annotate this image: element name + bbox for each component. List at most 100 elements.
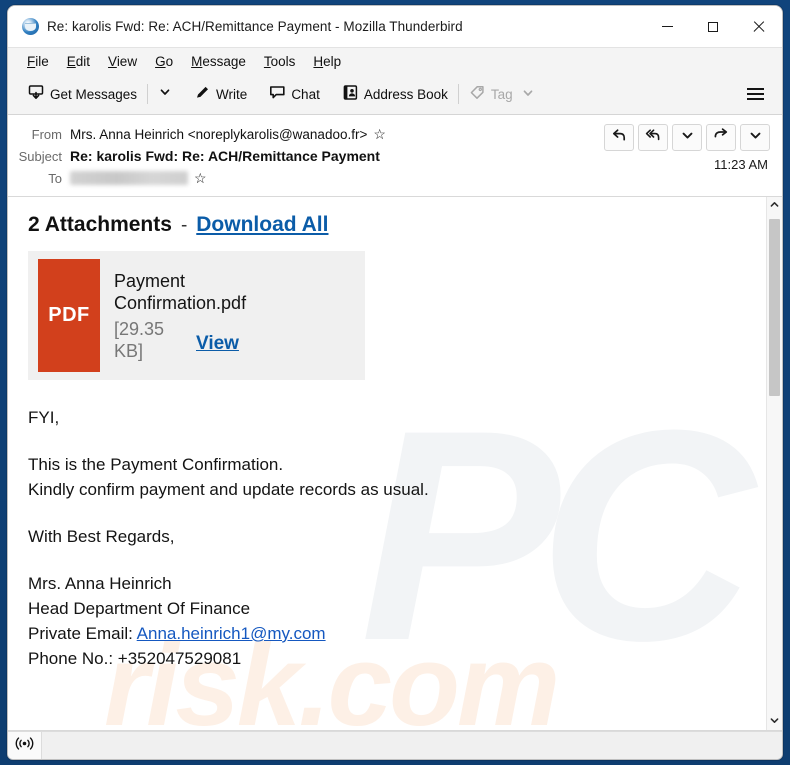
online-status-icon [15, 736, 34, 756]
attachment-footer: [29.35 KB] View [114, 319, 355, 362]
chevron-up-icon [769, 197, 780, 215]
write-label: Write [216, 86, 248, 102]
star-icon-to[interactable]: ☆ [194, 171, 207, 185]
pencil-icon [194, 84, 211, 104]
attachment-count-label: 2 Attachments [28, 213, 172, 236]
attachment-item[interactable]: PDF Payment Confirmation.pdf [29.35 KB] … [28, 251, 365, 380]
main-toolbar: Get Messages Write Chat Address Book Tag [8, 74, 782, 115]
get-messages-button[interactable]: Get Messages [22, 80, 143, 108]
tag-icon [469, 84, 486, 104]
attachments-separator: - [180, 215, 188, 236]
menu-label-help: elp [323, 53, 342, 69]
close-icon [753, 21, 765, 33]
hamburger-menu-icon [746, 88, 764, 90]
email-signature: Mrs. Anna Heinrich Head Department Of Fi… [28, 572, 746, 672]
menu-item-edit[interactable]: Edit [58, 52, 99, 71]
chevron-down-icon [681, 129, 694, 147]
chat-label: Chat [291, 86, 320, 102]
speech-bubble-icon [269, 84, 286, 104]
desktop-background: Re: karolis Fwd: Re: ACH/Remittance Paym… [0, 0, 790, 765]
signature-name: Mrs. Anna Heinrich [28, 573, 172, 593]
scrollbar-thumb[interactable] [769, 219, 780, 396]
window-titlebar: Re: karolis Fwd: Re: ACH/Remittance Paym… [8, 6, 782, 47]
pdf-file-icon: PDF [38, 259, 100, 372]
menu-item-go[interactable]: Go [146, 52, 182, 71]
menu-item-view[interactable]: View [99, 52, 146, 71]
get-messages-dropdown-button[interactable] [152, 81, 178, 107]
message-action-buttons [604, 124, 770, 151]
to-label: To [48, 170, 62, 186]
menu-item-file[interactable]: File [18, 52, 58, 71]
maximize-icon [708, 21, 718, 32]
subject-value: Re: karolis Fwd: Re: ACH/Remittance Paym… [70, 148, 380, 164]
hamburger-menu-icon-bar3 [746, 98, 764, 100]
thunderbird-logo-icon [22, 18, 39, 35]
reply-all-button[interactable] [638, 124, 668, 151]
write-button[interactable]: Write [188, 80, 253, 108]
chevron-down-icon-2 [749, 129, 762, 147]
to-value-redacted [70, 171, 188, 185]
toolbar-separator [147, 84, 149, 104]
email-paragraph-1: This is the Payment Confirmation. Kindly… [28, 453, 746, 503]
to-value-wrap: ☆ [70, 171, 207, 185]
get-messages-label: Get Messages [50, 86, 138, 102]
menu-item-tools[interactable]: Tools [255, 52, 305, 71]
attachment-view-link[interactable]: View [196, 333, 239, 355]
menu-label-view: iew [116, 53, 138, 69]
scrollbar-up-button[interactable] [767, 197, 782, 214]
pdf-badge-label: PDF [48, 304, 90, 326]
signature-title: Head Department Of Finance [28, 598, 251, 618]
signature-phone: Phone No.: +352047529081 [28, 648, 242, 668]
minimize-button[interactable] [644, 6, 690, 47]
chat-button[interactable]: Chat [263, 80, 326, 108]
menu-label-tools: ools [270, 53, 296, 69]
attachments-header: 2 Attachments - Download All [28, 213, 746, 237]
email-text: FYI, This is the Payment Confirmation. K… [28, 406, 746, 672]
attachment-filename: Payment Confirmation.pdf [114, 271, 247, 313]
statusbar [8, 731, 782, 759]
menubar: File Edit View Go Message Tools Help [8, 47, 782, 74]
menu-label-file: ile [35, 53, 49, 69]
menu-item-message[interactable]: Message [182, 52, 255, 71]
app-menu-button[interactable] [740, 81, 770, 107]
attachment-size: [29.35 KB] [114, 318, 165, 361]
forward-icon [713, 127, 729, 148]
menu-item-help[interactable]: Help [304, 52, 350, 71]
hamburger-menu-icon-bar2 [746, 93, 764, 95]
maximize-button[interactable] [690, 6, 736, 47]
from-value[interactable]: Mrs. Anna Heinrich <noreplykarolis@wanad… [70, 127, 367, 142]
address-book-label: Address Book [363, 86, 448, 102]
email-greeting: FYI, [28, 408, 60, 427]
tag-label: Tag [490, 86, 513, 102]
from-label: From [31, 126, 62, 142]
window-controls [644, 6, 782, 47]
tag-button[interactable]: Tag [463, 80, 540, 108]
email-line-2: Kindly confirm payment and update record… [28, 479, 429, 499]
scrollbar-down-button[interactable] [767, 713, 782, 730]
address-book-button[interactable]: Address Book [336, 80, 454, 108]
attachment-details: Payment Confirmation.pdf [29.35 KB] View [114, 259, 355, 362]
body-scrollbar[interactable] [766, 197, 782, 730]
more-actions-button[interactable] [740, 124, 770, 151]
star-icon[interactable]: ☆ [373, 127, 386, 141]
reply-button[interactable] [604, 124, 634, 151]
reply-more-button[interactable] [672, 124, 702, 151]
close-button[interactable] [736, 6, 782, 47]
address-book-icon [342, 84, 359, 104]
forward-button[interactable] [706, 124, 736, 151]
message-body-area: PC risk.com 2 Attachments - Download All… [8, 197, 782, 731]
download-all-link[interactable]: Download All [196, 213, 328, 237]
online-status-button[interactable] [8, 732, 42, 759]
message-body-content: 2 Attachments - Download All PDF Payment… [8, 197, 766, 672]
chevron-down-icon [769, 713, 780, 731]
signature-email-link[interactable]: Anna.heinrich1@my.com [137, 624, 326, 643]
get-messages-icon [28, 84, 45, 104]
chevron-down-icon [159, 85, 171, 103]
menu-label-edit: dit [75, 53, 91, 69]
menu-label-message: essage [202, 53, 246, 69]
thunderbird-window: Re: karolis Fwd: Re: ACH/Remittance Paym… [7, 5, 783, 760]
minimize-icon [661, 26, 673, 27]
message-header-to-row: To ☆ [8, 167, 782, 189]
email-closing: With Best Regards, [28, 526, 175, 546]
toolbar-separator-2 [457, 84, 459, 104]
